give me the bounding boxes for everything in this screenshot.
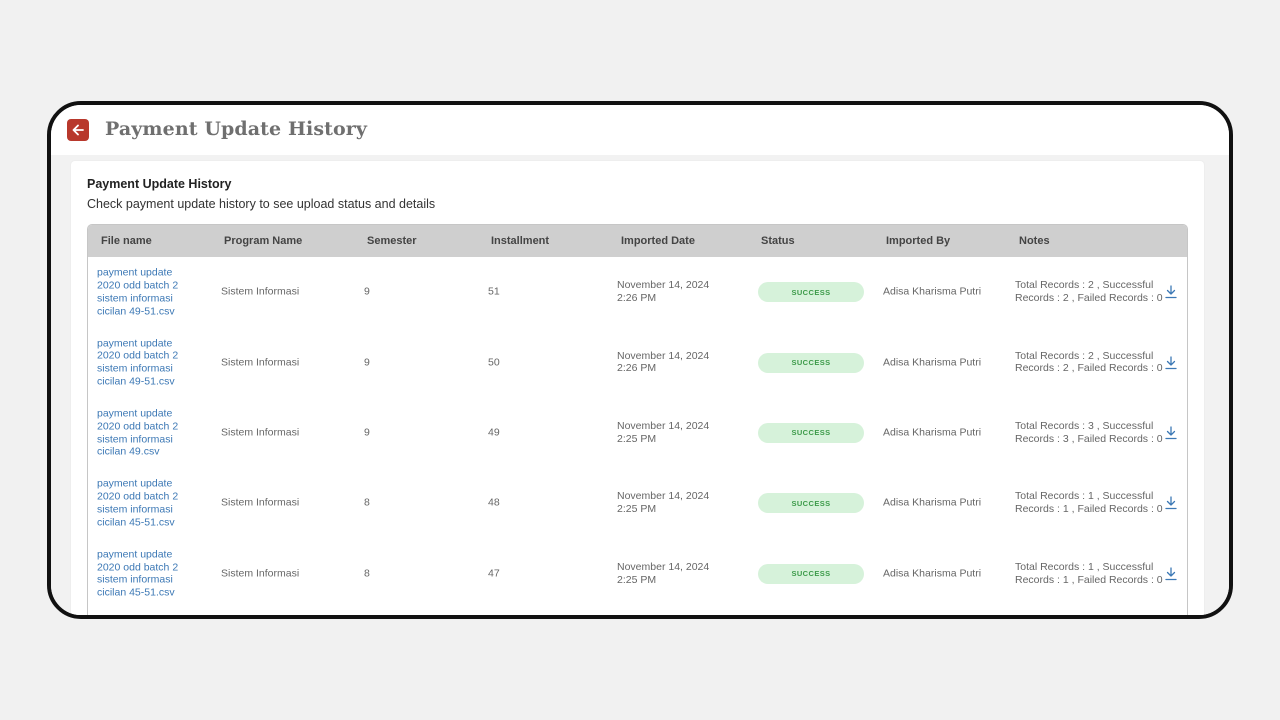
table-row: payment update 2020 odd batch 2 sistem i… [88, 398, 1187, 468]
column-header-imported-by: Imported By [886, 235, 951, 247]
download-icon[interactable] [1165, 567, 1177, 581]
content-area: Payment Update History Check payment upd… [51, 155, 1229, 615]
status-badge: SUCCESS [758, 493, 864, 514]
imported-date: November 14, 2024 2:26 PM [617, 279, 737, 305]
imported-date-time: 2:26 PM [617, 362, 657, 375]
semester: 8 [364, 496, 370, 509]
imported-date: November 14, 2024 2:26 PM [617, 350, 737, 376]
notes: Total Records : 3 , Successful Records :… [1015, 420, 1163, 445]
imported-by: Adisa Kharisma Putri [883, 567, 982, 580]
imported-by: Adisa Kharisma Putri [883, 496, 982, 509]
program-name: Sistem Informasi [221, 426, 300, 439]
imported-date-time: 2:25 PM [617, 573, 657, 586]
column-header-imported-date: Imported Date [621, 235, 695, 247]
notes: Total Records : 1 , Successful Records :… [1015, 560, 1163, 586]
imported-by: Adisa Kharisma Putri [883, 285, 982, 298]
semester: 9 [364, 426, 370, 439]
column-header-installment: Installment [491, 235, 550, 247]
status-badge: SUCCESS [758, 422, 864, 443]
installment: 48 [488, 496, 500, 509]
imported-date-day: November 14, 2024 [617, 560, 710, 573]
table-row: payment update 2020 odd batch 2 sistem i… [88, 257, 1187, 327]
imported-date-time: 2:25 PM [617, 432, 657, 445]
file-name-link[interactable]: payment update 2020 odd batch 2 sistem i… [97, 407, 197, 458]
semester: 9 [364, 285, 370, 298]
program-name: Sistem Informasi [221, 285, 300, 298]
imported-by: Adisa Kharisma Putri [883, 356, 982, 369]
imported-date: November 14, 2024 2:25 PM [617, 491, 737, 517]
imported-date: November 14, 2024 2:25 PM [617, 561, 737, 587]
status-badge: SUCCESS [758, 282, 864, 303]
history-card: Payment Update History Check payment upd… [71, 161, 1204, 615]
file-name-link[interactable]: payment update 2020 odd batch 2 sistem i… [97, 548, 197, 599]
column-header-file-name: File name [101, 235, 152, 247]
file-name-link[interactable]: payment update 2020 odd batch 2 sistem i… [97, 267, 197, 318]
installment: 49 [488, 426, 500, 439]
download-icon[interactable] [1165, 355, 1177, 370]
card-subtitle: Check payment update history to see uplo… [87, 197, 436, 211]
imported-date-day: November 14, 2024 [617, 420, 710, 433]
column-header-program-name: Program Name [224, 235, 303, 247]
imported-date-day: November 14, 2024 [617, 279, 710, 292]
installment: 50 [488, 356, 500, 369]
program-name: Sistem Informasi [221, 567, 300, 580]
download-icon[interactable] [1165, 285, 1177, 299]
download-icon[interactable] [1165, 496, 1177, 510]
file-name-link[interactable]: payment update 2020 odd batch 2 sistem i… [97, 337, 197, 388]
semester: 8 [364, 567, 370, 580]
notes: Total Records : 1 , Successful Records :… [1015, 490, 1163, 516]
top-bar: Payment Update History [51, 105, 1229, 155]
program-name: Sistem Informasi [221, 496, 300, 509]
status-badge: SUCCESS [758, 563, 864, 584]
card-title: Payment Update History [87, 177, 232, 191]
table-header: File name Program Name Semester Installm… [88, 225, 1187, 257]
column-header-status: Status [761, 235, 795, 247]
notes: Total Records : 2 , Successful Records :… [1015, 349, 1163, 375]
column-header-notes: Notes [1019, 235, 1050, 247]
table-row: payment update 2020 odd batch 2 sistem i… [88, 468, 1187, 538]
semester: 9 [364, 356, 370, 369]
column-header-semester: Semester [367, 235, 417, 247]
table-row: payment update 2020 odd batch 2 sistem i… [88, 327, 1187, 397]
program-name: Sistem Informasi [221, 356, 300, 369]
arrow-left-icon [72, 124, 84, 136]
imported-date: November 14, 2024 2:25 PM [617, 420, 737, 446]
file-name-link[interactable]: payment update 2020 odd batch 2 sistem i… [97, 478, 197, 529]
imported-date-time: 2:25 PM [617, 503, 657, 516]
history-table: File name Program Name Semester Installm… [87, 224, 1188, 615]
imported-by: Adisa Kharisma Putri [883, 426, 982, 439]
table-row: payment update 2020 odd batch 2 sistem i… [88, 539, 1187, 609]
imported-date-day: November 14, 2024 [617, 349, 710, 362]
page-title: Payment Update History [105, 118, 368, 140]
back-button[interactable] [67, 119, 89, 141]
installment: 51 [488, 285, 500, 298]
app-window: Payment Update History Payment Update Hi… [47, 101, 1233, 619]
installment: 47 [488, 567, 500, 580]
imported-date-time: 2:26 PM [617, 292, 657, 305]
imported-date-day: November 14, 2024 [617, 490, 710, 503]
status-badge: SUCCESS [758, 352, 864, 373]
download-icon[interactable] [1165, 426, 1177, 440]
notes: Total Records : 2 , Successful Records :… [1015, 279, 1163, 305]
